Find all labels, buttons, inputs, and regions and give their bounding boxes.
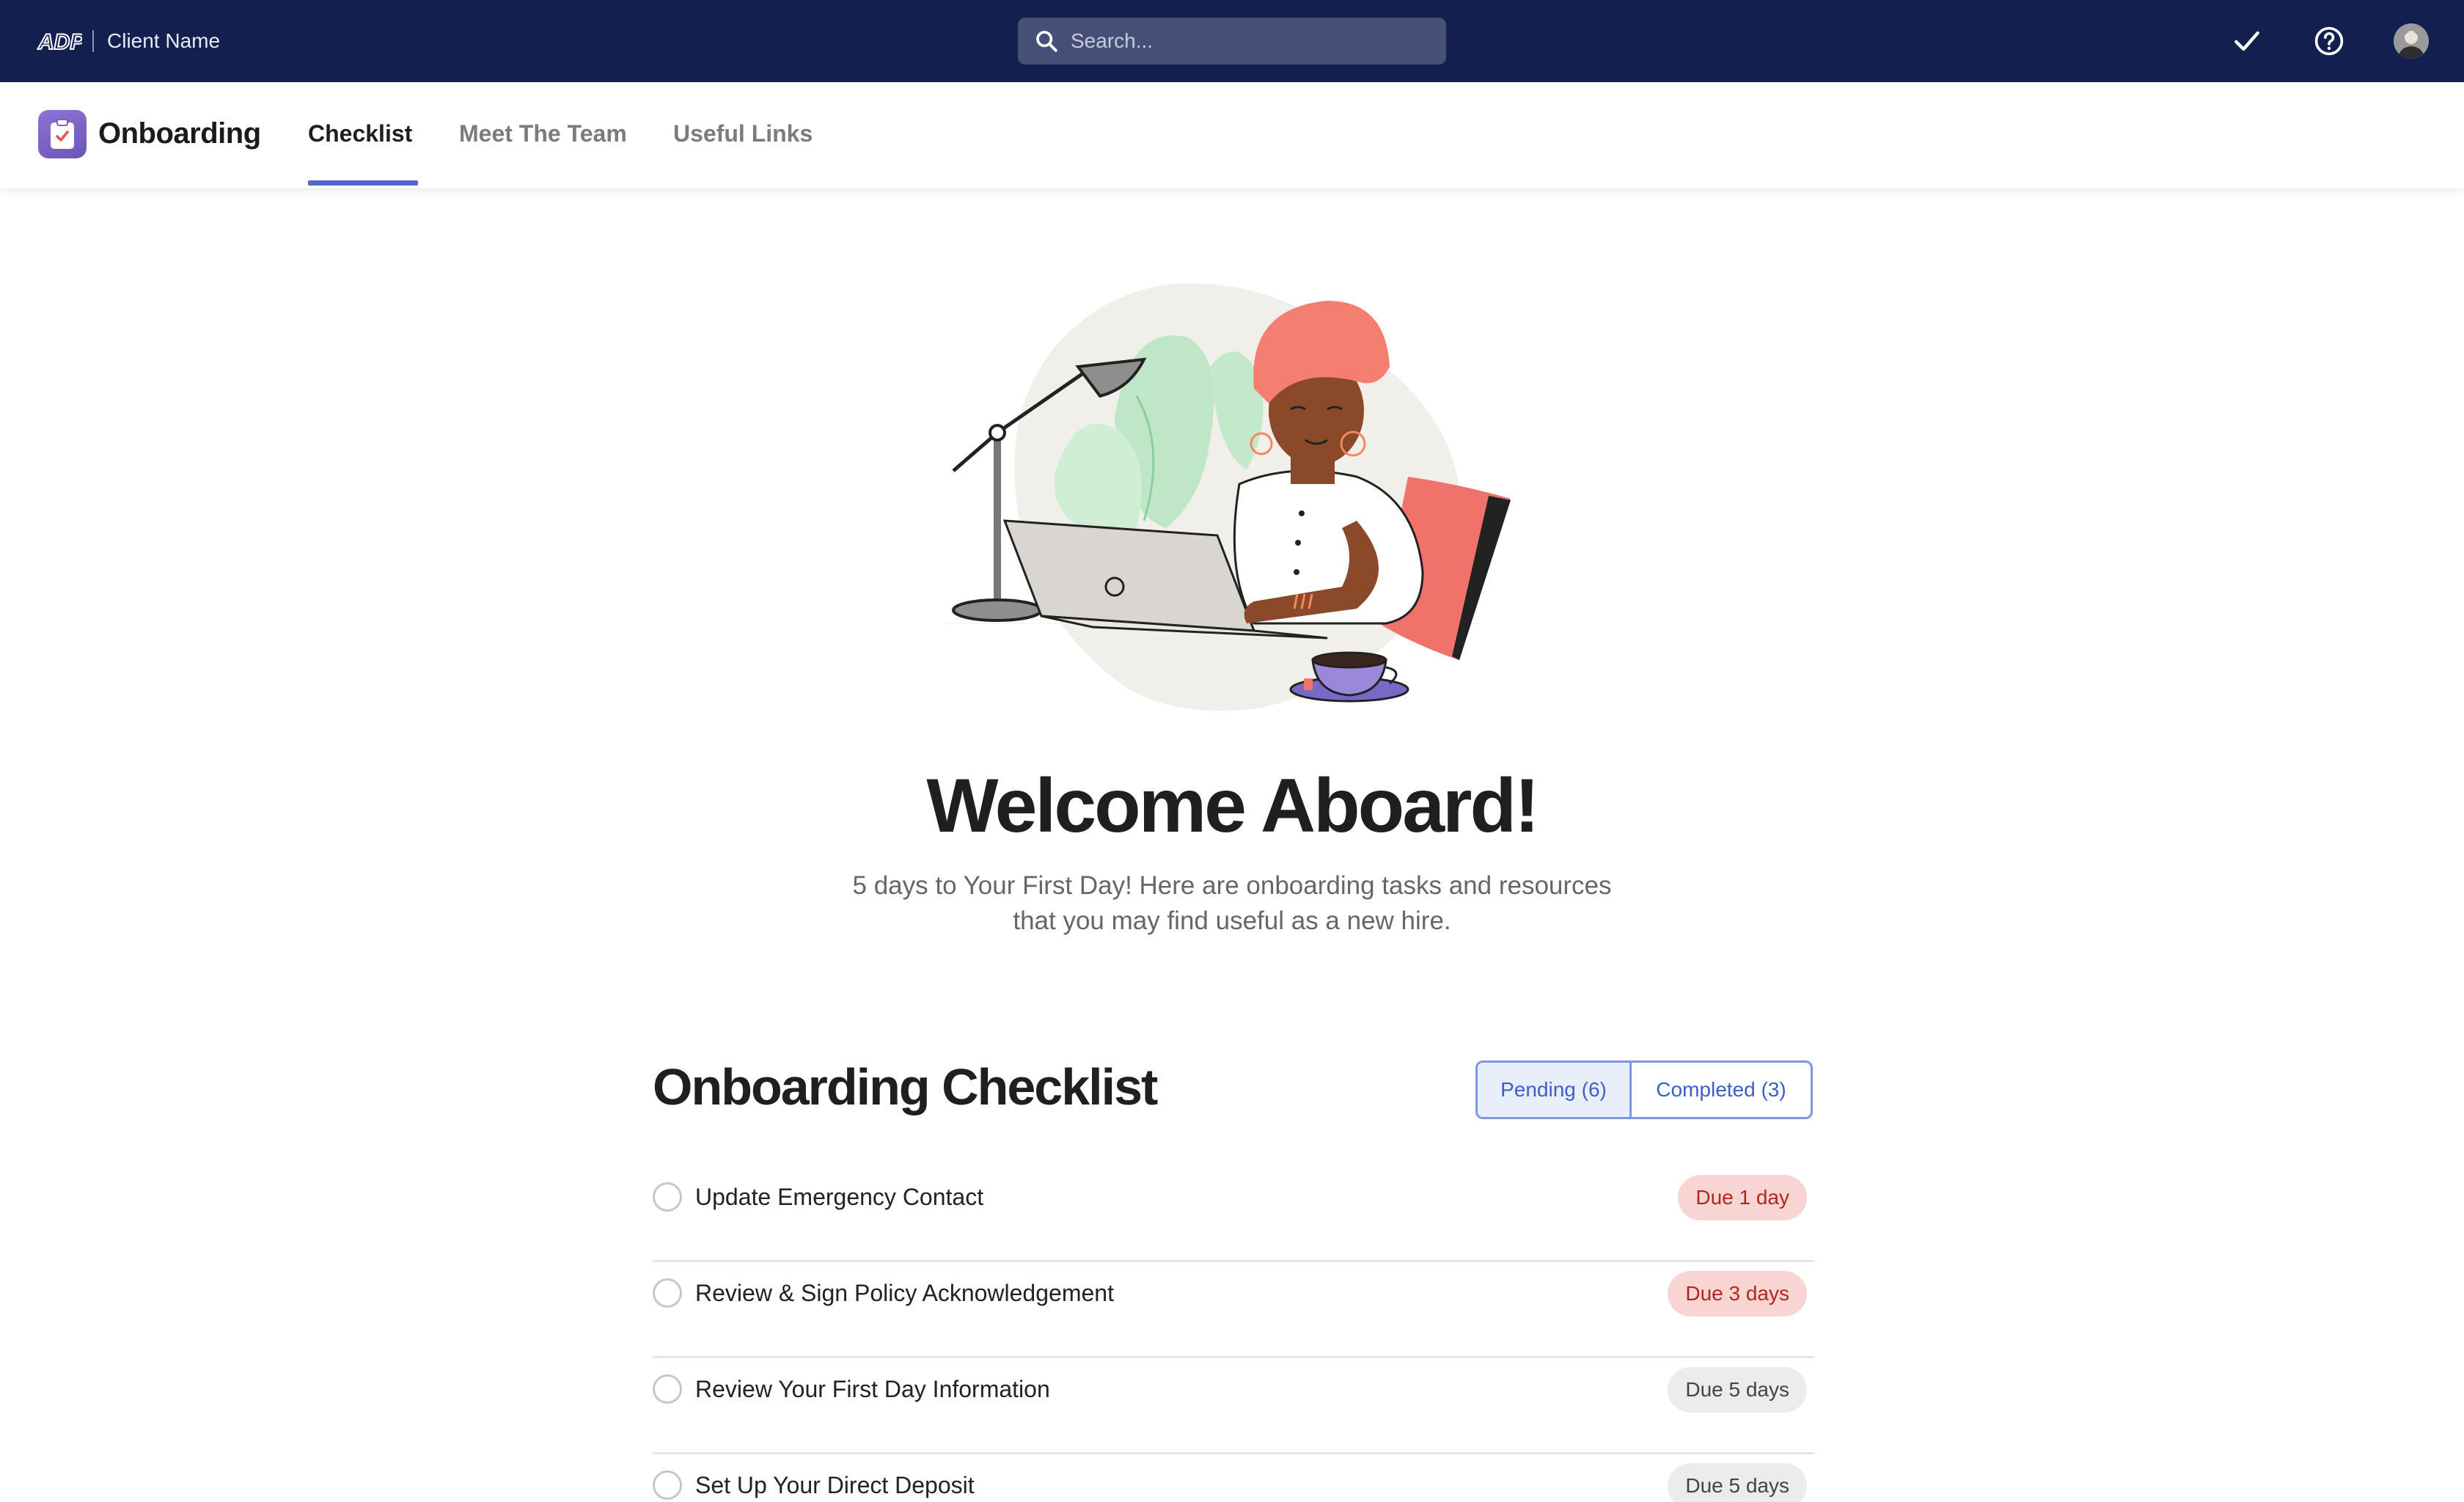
hero-subtitle-line-2: that you may find useful as a new hire. bbox=[1013, 906, 1451, 935]
checklist-title: Onboarding Checklist bbox=[653, 1058, 1158, 1115]
item-label[interactable]: Set Up Your Direct Deposit bbox=[695, 1470, 975, 1500]
adp-logo[interactable]: ADP bbox=[37, 26, 82, 56]
hero-title: Welcome Aboard! bbox=[926, 763, 1539, 849]
item-checkbox[interactable] bbox=[653, 1278, 682, 1308]
adp-logo-text: ADP bbox=[37, 30, 82, 54]
avatar[interactable] bbox=[2394, 23, 2429, 59]
item-checkbox[interactable] bbox=[653, 1374, 682, 1404]
item-checkbox[interactable] bbox=[653, 1182, 682, 1212]
checklist-items: Update Emergency Contact Due 1 day Revie… bbox=[653, 1166, 1814, 1502]
item-checkbox[interactable] bbox=[653, 1470, 682, 1500]
active-tab-indicator bbox=[308, 180, 418, 186]
tab-meet-the-team[interactable]: Meet The Team bbox=[459, 120, 627, 147]
tab-useful-links[interactable]: Useful Links bbox=[673, 120, 813, 147]
tab-checklist[interactable]: Checklist bbox=[308, 120, 412, 147]
search-input[interactable]: Search... bbox=[1071, 29, 1153, 53]
search-icon bbox=[1036, 31, 1057, 52]
top-bar: ADP Client Name Search... bbox=[0, 0, 2464, 82]
due-badge: Due 5 days bbox=[1668, 1463, 1807, 1502]
welcome-illustration bbox=[946, 283, 1511, 711]
due-badge: Due 3 days bbox=[1668, 1271, 1807, 1316]
checklist-item[interactable]: Update Emergency Contact Due 1 day bbox=[653, 1166, 1814, 1262]
brand: ADP Client Name bbox=[37, 25, 220, 57]
hero-subtitle-line-1: 5 days to Your First Day! Here are onboa… bbox=[852, 871, 1612, 900]
checkmark-icon bbox=[2234, 31, 2259, 51]
checklist-item[interactable]: Review Your First Day Information Due 5 … bbox=[653, 1358, 1814, 1454]
search-box[interactable]: Search... bbox=[1018, 18, 1446, 65]
help-icon bbox=[2314, 26, 2344, 56]
item-label[interactable]: Update Emergency Contact bbox=[695, 1182, 983, 1212]
pending-filter-button[interactable]: Pending (6) bbox=[1478, 1063, 1632, 1117]
client-name: Client Name bbox=[107, 29, 221, 52]
app-title: Onboarding bbox=[98, 117, 261, 150]
checklist-item[interactable]: Review & Sign Policy Acknowledgement Due… bbox=[653, 1262, 1814, 1358]
hero-subtitle: 5 days to Your First Day! Here are onboa… bbox=[807, 868, 1657, 939]
tasks-button[interactable] bbox=[2226, 21, 2267, 62]
sub-navigation: Onboarding Checklist Meet The Team Usefu… bbox=[0, 82, 2464, 189]
due-badge: Due 1 day bbox=[1678, 1175, 1807, 1220]
clipboard-check-icon bbox=[51, 119, 74, 149]
due-badge: Due 5 days bbox=[1668, 1367, 1807, 1413]
checklist-item[interactable]: Set Up Your Direct Deposit Due 5 days bbox=[653, 1454, 1814, 1502]
help-button[interactable] bbox=[2309, 21, 2350, 62]
onboarding-app-icon[interactable] bbox=[38, 110, 87, 158]
completed-filter-button[interactable]: Completed (3) bbox=[1632, 1063, 1811, 1117]
brand-divider bbox=[92, 30, 94, 52]
item-label[interactable]: Review & Sign Policy Acknowledgement bbox=[695, 1278, 1114, 1308]
checklist-filter-toggle: Pending (6) Completed (3) bbox=[1475, 1060, 1813, 1119]
item-label[interactable]: Review Your First Day Information bbox=[695, 1374, 1050, 1404]
user-avatar-icon bbox=[2394, 23, 2429, 59]
